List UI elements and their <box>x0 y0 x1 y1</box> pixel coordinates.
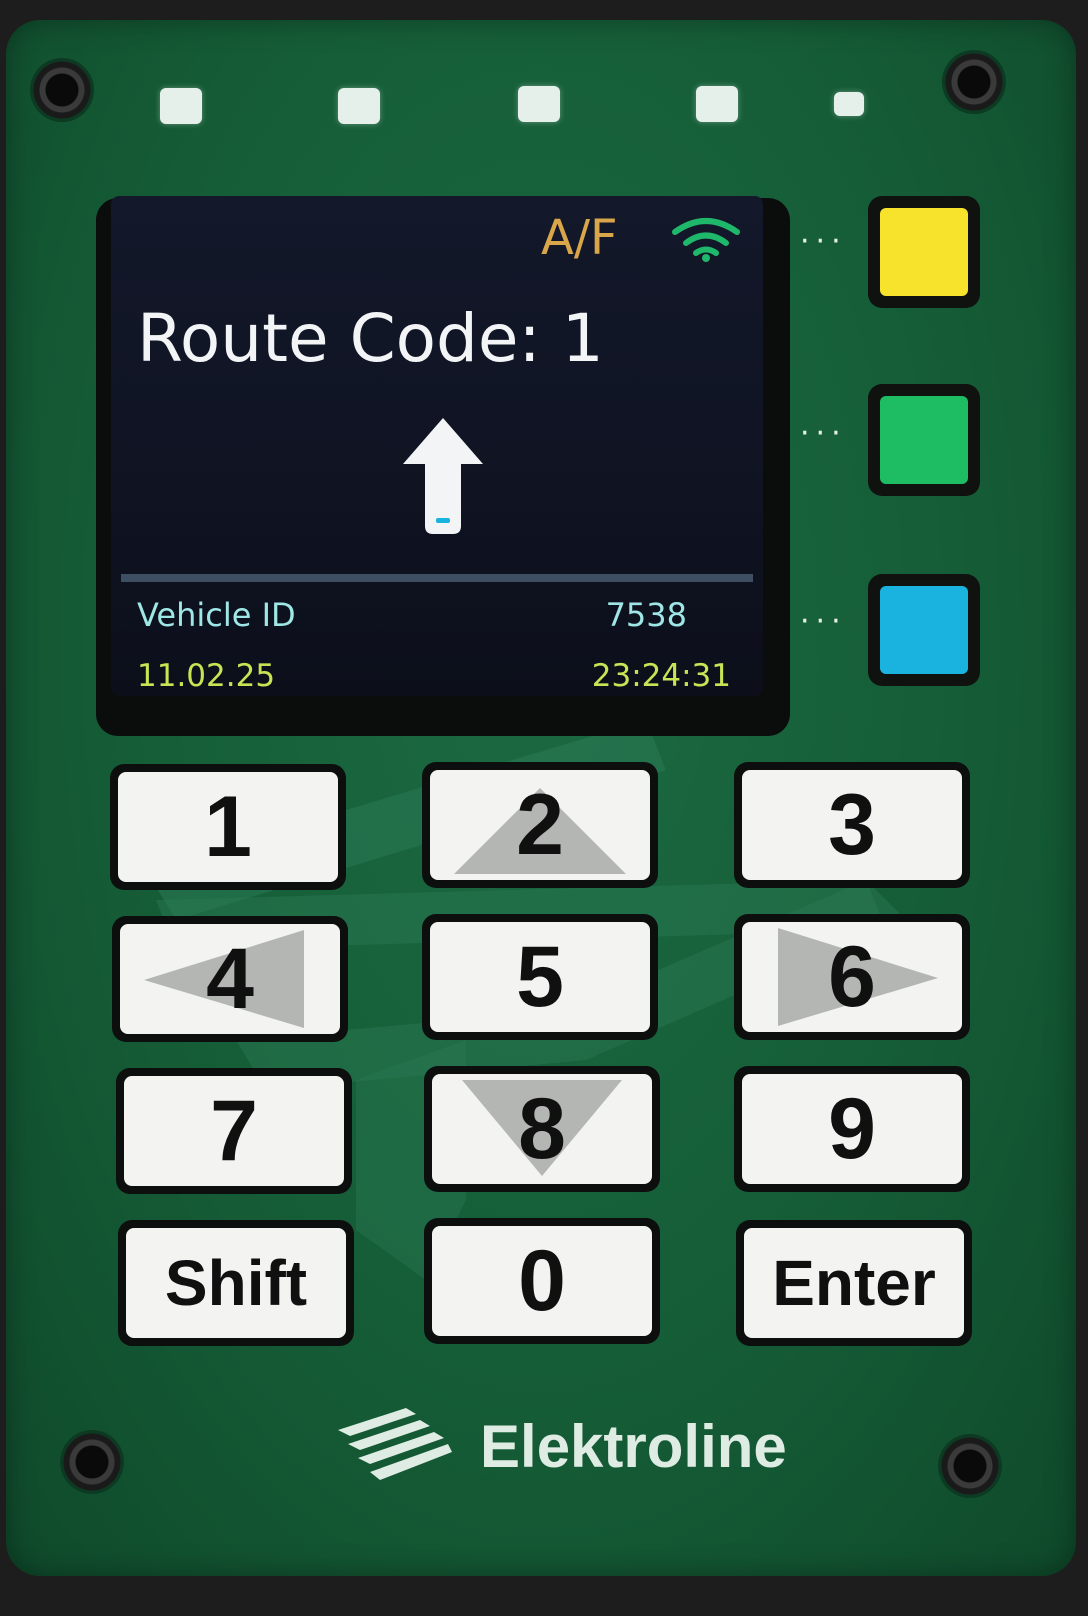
key-face: 2 <box>430 770 650 880</box>
indicator-dots: ··· <box>800 416 847 451</box>
green-button-cap <box>880 396 968 484</box>
key-face: 5 <box>430 922 650 1032</box>
key-face: 1 <box>118 772 338 882</box>
key-8-down[interactable]: 8 <box>424 1066 660 1192</box>
screw-icon <box>938 1434 1002 1498</box>
key-face: Shift <box>126 1228 346 1338</box>
key-3[interactable]: 3 <box>734 762 970 888</box>
yellow-button-cap <box>880 208 968 296</box>
key-6-right[interactable]: 6 <box>734 914 970 1040</box>
status-led-2 <box>338 88 380 124</box>
key-face: 4 <box>120 924 340 1034</box>
status-led-3 <box>518 86 560 122</box>
key-label: Shift <box>164 1247 308 1319</box>
key-face: 6 <box>742 922 962 1032</box>
key-label: 1 <box>204 778 252 875</box>
key-face: 3 <box>742 770 962 880</box>
key-label: 2 <box>516 776 564 873</box>
key-1[interactable]: 1 <box>110 764 346 890</box>
green-function-button[interactable] <box>868 384 980 496</box>
vehicle-id-label: Vehicle ID <box>137 596 296 634</box>
screw-icon <box>30 58 94 122</box>
key-label: Enter <box>772 1247 936 1319</box>
key-face: 7 <box>124 1076 344 1186</box>
time-text: 23:24:31 <box>591 658 731 694</box>
key-0[interactable]: 0 <box>424 1218 660 1344</box>
enter-key[interactable]: Enter <box>736 1220 972 1346</box>
key-face: 0 <box>432 1226 652 1336</box>
indicator-dots: ··· <box>800 604 847 639</box>
indicator-dots: ··· <box>800 224 847 259</box>
key-label: 6 <box>828 928 876 1025</box>
blue-button-cap <box>880 586 968 674</box>
key-label: 8 <box>518 1080 566 1177</box>
date-text: 11.02.25 <box>137 658 276 694</box>
key-face: 8 <box>432 1074 652 1184</box>
brand-name: Elektroline <box>480 1413 787 1480</box>
key-label: 4 <box>206 930 254 1027</box>
key-label: 3 <box>828 776 876 873</box>
screw-icon <box>942 50 1006 114</box>
status-led-4 <box>696 86 738 122</box>
key-5[interactable]: 5 <box>422 914 658 1040</box>
display-divider <box>121 574 753 582</box>
key-label: 7 <box>210 1082 258 1179</box>
key-label: 5 <box>516 928 564 1025</box>
blue-function-button[interactable] <box>868 574 980 686</box>
key-9[interactable]: 9 <box>734 1066 970 1192</box>
key-face: 9 <box>742 1074 962 1184</box>
screw-icon <box>60 1430 124 1494</box>
yellow-function-button[interactable] <box>868 196 980 308</box>
arrow-up-icon <box>403 418 483 534</box>
vehicle-id-value: 7538 <box>605 596 687 634</box>
lcd-display: A/F Route Code: 1 Vehicle ID 7538 11.02.… <box>111 196 763 696</box>
mode-indicator: A/F <box>541 210 618 266</box>
key-7[interactable]: 7 <box>116 1068 352 1194</box>
wifi-icon <box>672 218 740 262</box>
shift-key[interactable]: Shift <box>118 1220 354 1346</box>
status-led-1 <box>160 88 202 124</box>
route-code-text: Route Code: 1 <box>137 300 604 377</box>
status-led-5 <box>834 92 864 116</box>
key-label: 9 <box>828 1080 876 1177</box>
key-4-left[interactable]: 4 <box>112 916 348 1042</box>
key-face: Enter <box>744 1228 964 1338</box>
key-label: 0 <box>518 1232 566 1329</box>
key-2-up[interactable]: 2 <box>422 762 658 888</box>
